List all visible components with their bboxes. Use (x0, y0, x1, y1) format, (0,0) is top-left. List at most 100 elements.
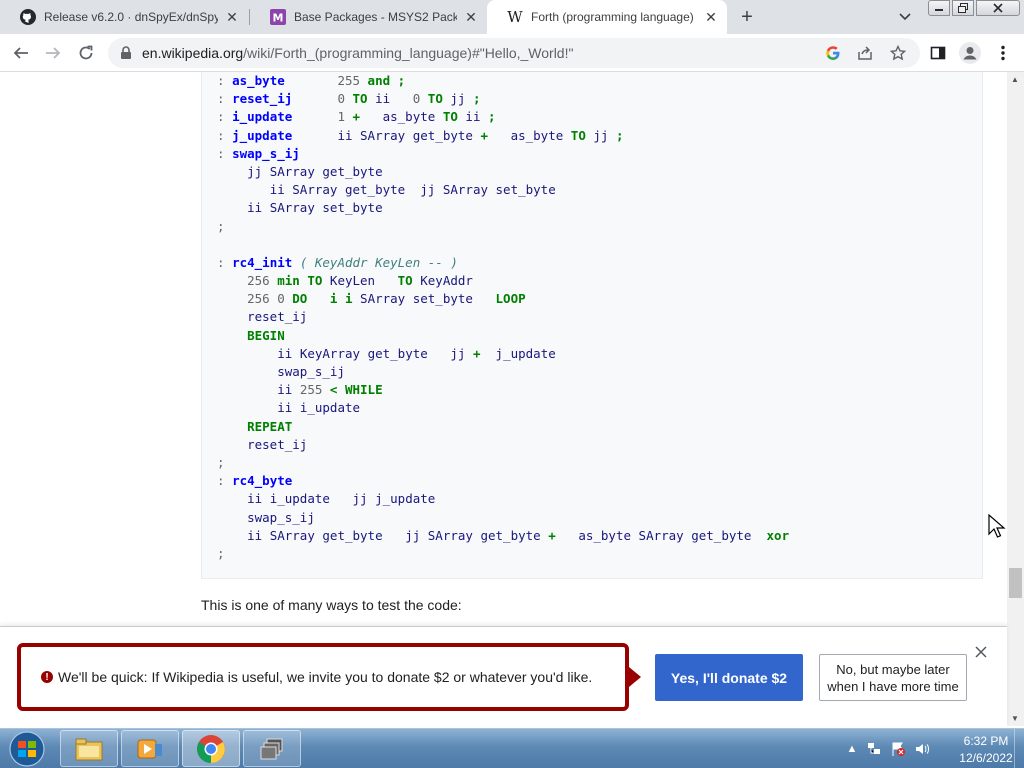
code-token: SArray (638, 527, 684, 543)
code-line: ii i_update jj j_update (217, 490, 789, 508)
code-token: 255 (337, 73, 361, 88)
code-token: ii (277, 382, 293, 398)
google-lens-icon[interactable] (820, 40, 846, 66)
volume-icon[interactable] (914, 741, 930, 757)
lock-icon (120, 46, 132, 65)
close-icon[interactable]: ✕ (224, 9, 240, 25)
code-token: i_update (299, 400, 361, 416)
new-tab-button[interactable]: + (734, 5, 760, 29)
kebab-menu-icon[interactable] (990, 40, 1016, 66)
code-token: : (217, 473, 233, 489)
code-line: BEGIN (217, 327, 789, 345)
tab-github-release[interactable]: Release v6.2.0 · dnSpyEx/dnSpy ✕ (0, 0, 248, 34)
close-icon[interactable]: ✕ (463, 9, 479, 25)
chevron-down-icon[interactable] (893, 7, 917, 27)
code-token: SArray (292, 182, 338, 198)
minimize-window-button[interactable] (928, 0, 950, 16)
scrollbar-thumb[interactable] (1009, 568, 1022, 598)
code-token: ; (615, 127, 624, 143)
svg-text:M: M (273, 12, 284, 25)
code-token: get_byte (480, 527, 541, 543)
network-icon[interactable] (866, 741, 882, 757)
code-token: swap_s_ij (232, 145, 300, 161)
profile-avatar-icon[interactable] (957, 40, 983, 66)
donation-message-box: ! We'll be quick: If Wikipedia is useful… (17, 643, 629, 711)
code-line: jj SArray get_byte (217, 163, 789, 181)
donate-button[interactable]: Yes, I'll donate $2 (655, 654, 803, 701)
close-icon[interactable]: ✕ (703, 9, 719, 25)
url-text: en.wikipedia.org/wiki/Forth_(programming… (142, 45, 573, 61)
code-token: 0 (277, 291, 285, 307)
code-token: TO (307, 273, 323, 289)
code-line: ; (217, 545, 789, 563)
media-player-icon[interactable] (121, 730, 179, 767)
code-line: ii SArray get_byte jj SArray set_byte (217, 181, 789, 199)
back-arrow-icon[interactable] (8, 40, 34, 66)
reload-icon[interactable] (73, 40, 99, 66)
address-bar[interactable]: en.wikipedia.org/wiki/Forth_(programming… (108, 38, 920, 68)
show-hidden-icons-icon[interactable]: ▲ (844, 741, 860, 757)
action-center-flag-icon[interactable] (890, 741, 906, 757)
forward-arrow-icon[interactable] (40, 40, 66, 66)
chrome-icon[interactable] (182, 730, 240, 767)
bookmark-star-icon[interactable] (885, 40, 911, 66)
code-token: ii (247, 527, 263, 543)
tab-forth-wikipedia[interactable]: W Forth (programming language) - ✕ (487, 0, 727, 34)
code-line: 256 min TO KeyLen TO KeyAddr (217, 272, 789, 290)
close-window-button[interactable] (976, 0, 1020, 16)
url-path: /wiki/Forth_(programming_language)#"Hell… (243, 45, 574, 61)
code-token: set_byte (412, 291, 473, 307)
code-line: : as_byte 255 and ; (217, 72, 789, 90)
code-token: SArray (269, 163, 315, 179)
code-token: ; (217, 454, 225, 470)
page-scrollbar[interactable]: ▲ ▼ (1007, 72, 1024, 726)
code-token: TO (570, 127, 586, 143)
maybe-later-button[interactable]: No, but maybe later when I have more time (819, 654, 967, 701)
code-token: i_update (232, 109, 293, 125)
window-switcher-icon[interactable] (243, 730, 301, 767)
scroll-down-arrow-icon[interactable]: ▼ (1011, 714, 1019, 723)
scroll-up-arrow-icon[interactable]: ▲ (1011, 75, 1019, 84)
code-token: as_byte (578, 527, 632, 543)
code-line: ii 255 < WHILE (217, 381, 789, 399)
restore-window-button[interactable] (952, 0, 974, 16)
tab-title: Release v6.2.0 · dnSpyEx/dnSpy (44, 10, 218, 24)
share-icon[interactable] (852, 40, 878, 66)
code-token: + (352, 109, 361, 125)
code-token: ii (247, 491, 263, 507)
code-token: i (344, 291, 353, 307)
mouse-cursor-icon (988, 514, 1006, 538)
side-panel-icon[interactable] (925, 40, 951, 66)
close-icon[interactable] (973, 644, 989, 660)
windows-explorer-icon[interactable] (60, 730, 118, 767)
code-token: jj (450, 345, 466, 361)
clock-time[interactable]: 6:32 PM (956, 734, 1016, 748)
code-token: j_update (375, 491, 436, 507)
show-desktop-button[interactable] (1014, 729, 1024, 768)
code-token: KeyAddr (420, 273, 473, 289)
clock-date[interactable]: 12/6/2022 (956, 751, 1016, 765)
tab-msys2-packages[interactable]: M Base Packages - MSYS2 Packages ✕ (250, 0, 487, 34)
code-token: jj (420, 182, 436, 198)
start-button[interactable] (2, 730, 52, 768)
code-line: : rc4_init ( KeyAddr KeyLen -- ) (217, 254, 789, 272)
